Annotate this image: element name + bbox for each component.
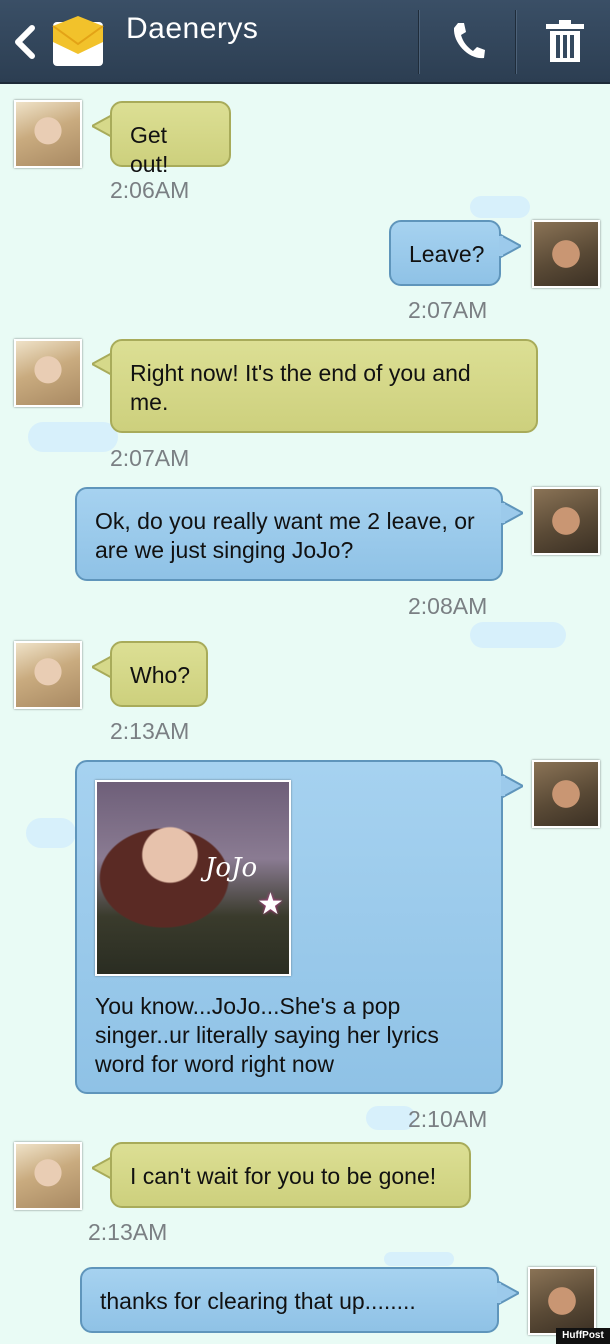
message-bubble-incoming[interactable]: Get out!	[110, 101, 231, 177]
message-timestamp: 2:06AM	[110, 177, 190, 203]
contact-name: Daenerys	[126, 12, 259, 45]
envelope-icon	[52, 16, 104, 66]
star-icon: ★	[257, 888, 284, 921]
bubble-tail	[501, 499, 523, 527]
user-avatar[interactable]	[532, 220, 600, 288]
message-bubble-outgoing[interactable]: thanks for clearing that up........	[80, 1267, 499, 1333]
trash-icon	[546, 20, 584, 62]
cloud-decoration	[28, 422, 118, 452]
back-button[interactable]	[0, 0, 112, 84]
header-divider	[418, 10, 420, 74]
contact-avatar[interactable]	[14, 641, 82, 709]
message-timestamp: 2:07AM	[408, 297, 488, 323]
cloud-decoration	[384, 1252, 454, 1266]
contact-avatar[interactable]	[14, 100, 82, 168]
image-caption: JoJo	[205, 853, 258, 883]
message-bubble-outgoing[interactable]: Leave?	[389, 220, 501, 286]
bubble-tail	[499, 232, 521, 260]
call-button[interactable]	[424, 0, 516, 84]
message-timestamp: 2:13AM	[88, 1219, 168, 1245]
message-bubble-incoming[interactable]: Right now! It's the end of you and me.	[110, 339, 538, 433]
cloud-decoration	[470, 196, 530, 218]
message-timestamp: 2:10AM	[408, 1106, 488, 1132]
message-bubble-incoming[interactable]: I can't wait for you to be gone!	[110, 1142, 471, 1208]
user-avatar[interactable]	[528, 1267, 596, 1335]
message-timestamp: 2:13AM	[110, 718, 190, 744]
bubble-tail	[497, 1279, 519, 1307]
jojo-album-image[interactable]: JoJo ★	[95, 780, 291, 976]
delete-button[interactable]	[520, 0, 610, 84]
phone-icon	[453, 23, 485, 59]
message-bubble-outgoing[interactable]: JoJo ★ You know...JoJo...She's a pop sin…	[75, 760, 503, 1094]
message-timestamp: 2:07AM	[110, 445, 190, 471]
bubble-tail	[501, 772, 523, 800]
message-bubble-outgoing[interactable]: Ok, do you really want me 2 leave, or ar…	[75, 487, 503, 581]
message-bubble-incoming[interactable]: Who?	[110, 641, 208, 707]
app-header: Daenerys	[0, 0, 610, 84]
cloud-decoration	[470, 622, 566, 648]
contact-avatar[interactable]	[14, 1142, 82, 1210]
huffpost-watermark: HuffPost	[556, 1328, 610, 1344]
user-avatar[interactable]	[532, 760, 600, 828]
chevron-left-icon	[15, 25, 35, 59]
user-avatar[interactable]	[532, 487, 600, 555]
message-text: You know...JoJo...She's a pop singer..ur…	[95, 993, 439, 1077]
message-timestamp: 2:08AM	[408, 593, 488, 619]
header-divider	[515, 10, 517, 74]
contact-avatar[interactable]	[14, 339, 82, 407]
cloud-decoration	[26, 818, 76, 848]
